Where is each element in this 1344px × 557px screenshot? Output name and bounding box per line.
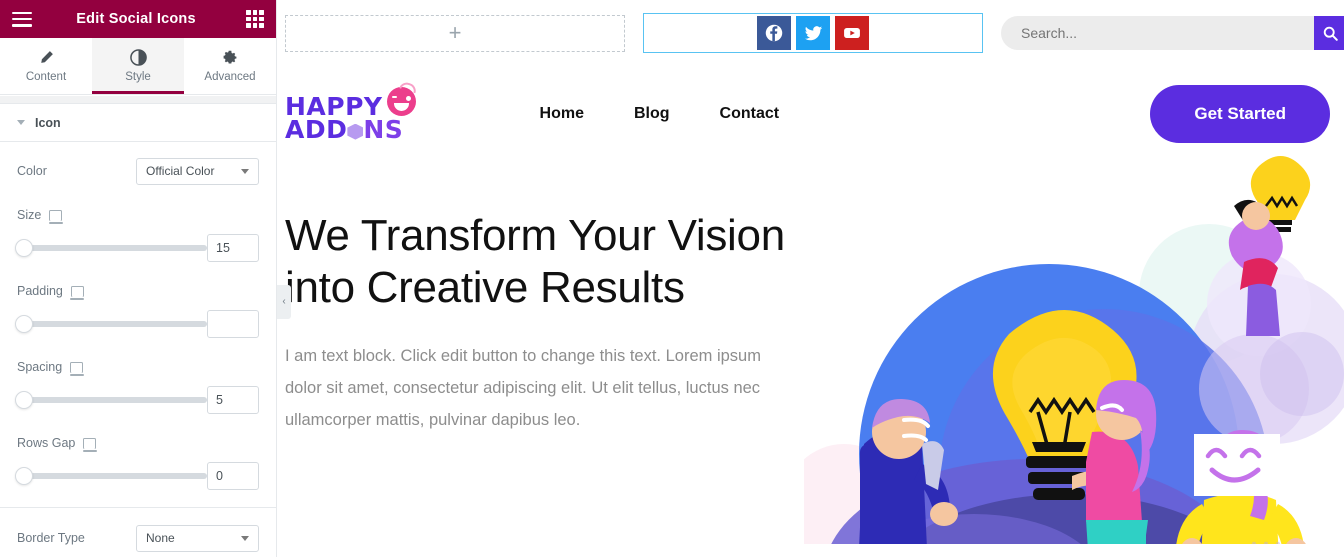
- control-spacing: 5: [15, 382, 259, 420]
- panel-header: Edit Social Icons: [0, 0, 276, 38]
- logo-text-ns: NS: [363, 114, 404, 144]
- section-header-icon[interactable]: Icon: [0, 104, 276, 142]
- spacing-label: Spacing: [17, 360, 84, 376]
- facebook-icon[interactable]: [757, 16, 791, 50]
- control-border-type: Border Type None: [17, 523, 259, 553]
- winking-face-icon: [386, 86, 416, 116]
- search-icon: [1323, 26, 1338, 41]
- control-padding: [15, 306, 259, 344]
- gear-icon: [222, 49, 238, 66]
- spacing-slider-handle[interactable]: [15, 391, 33, 409]
- tab-advanced[interactable]: Advanced: [184, 38, 276, 94]
- rows-gap-slider-handle[interactable]: [15, 467, 33, 485]
- border-type-select[interactable]: None: [136, 524, 259, 552]
- logo-row-2: ADD NS: [285, 114, 416, 144]
- size-slider[interactable]: [15, 239, 207, 257]
- site-logo[interactable]: HAPPY ADD NS: [285, 86, 420, 144]
- border-type-value: None: [146, 531, 175, 545]
- site-nav: Home Blog Contact: [540, 105, 780, 123]
- creative-team-lightbulb-illustration: [804, 144, 1344, 557]
- logo-row-1: HAPPY: [285, 86, 416, 119]
- section-divider: [0, 496, 276, 508]
- control-size: 15: [15, 230, 259, 268]
- border-type-label: Border Type: [17, 531, 85, 545]
- icon-controls: Color Official Color Size 15 Padding Spa…: [0, 156, 276, 496]
- desktop-icon[interactable]: [48, 209, 63, 224]
- spacing-input[interactable]: 5: [207, 386, 259, 414]
- search-input[interactable]: [1001, 16, 1314, 50]
- rows-gap-input[interactable]: 0: [207, 462, 259, 490]
- tab-style[interactable]: Style: [92, 38, 184, 94]
- search-button[interactable]: [1314, 16, 1344, 50]
- color-select-value: Official Color: [146, 164, 215, 178]
- desktop-icon[interactable]: [69, 361, 84, 376]
- control-size-label-row: Size: [17, 200, 259, 230]
- chevron-down-icon: [241, 535, 249, 541]
- border-controls: Border Type None Border Radius PX %: [0, 523, 276, 557]
- control-rows-gap: 0: [15, 458, 259, 496]
- search-bar: [1001, 16, 1344, 50]
- twitter-icon[interactable]: [796, 16, 830, 50]
- section-divider: [0, 96, 276, 104]
- panel-collapse-toggle[interactable]: ‹: [277, 285, 291, 319]
- contrast-icon: [129, 49, 147, 66]
- desktop-icon[interactable]: [70, 285, 85, 300]
- panel-title: Edit Social Icons: [76, 11, 196, 27]
- padding-label-text: Padding: [17, 284, 63, 298]
- hero-text: I am text block. Click edit button to ch…: [285, 346, 761, 430]
- control-spacing-label-row: Spacing: [17, 352, 259, 382]
- size-input[interactable]: 15: [207, 234, 259, 262]
- chevron-left-icon: ‹: [282, 296, 286, 307]
- elementor-editor: Edit Social Icons Content Style Advanced…: [0, 0, 1344, 557]
- add-section-placeholder[interactable]: +: [285, 14, 625, 52]
- size-label-text: Size: [17, 208, 42, 222]
- color-label: Color: [17, 164, 47, 178]
- color-select[interactable]: Official Color: [136, 157, 259, 185]
- spacing-label-text: Spacing: [17, 360, 63, 374]
- nav-item-contact[interactable]: Contact: [720, 105, 780, 123]
- spacing-slider[interactable]: [15, 391, 207, 409]
- nav-item-home[interactable]: Home: [540, 105, 584, 123]
- chevron-down-icon: [17, 120, 25, 125]
- pencil-icon: [39, 49, 54, 66]
- hexagon-o-icon: [347, 123, 364, 140]
- logo-text-add: ADD: [285, 114, 348, 144]
- hero-copy: We Transform Your Vision into Creative R…: [285, 162, 805, 436]
- tab-style-label: Style: [125, 71, 151, 83]
- desktop-icon[interactable]: [82, 437, 97, 452]
- youtube-icon[interactable]: [835, 16, 869, 50]
- size-label: Size: [17, 208, 63, 224]
- padding-slider[interactable]: [15, 315, 207, 333]
- rows-gap-label: Rows Gap: [17, 436, 97, 452]
- rows-gap-label-text: Rows Gap: [17, 436, 76, 450]
- rows-gap-slider[interactable]: [15, 467, 207, 485]
- panel-tabs: Content Style Advanced: [0, 38, 276, 95]
- editor-panel: Edit Social Icons Content Style Advanced…: [0, 0, 277, 557]
- hero-title: We Transform Your Vision into Creative R…: [285, 211, 785, 312]
- plus-icon: +: [448, 20, 462, 45]
- preview-canvas: + Search... HAPPY ADD NS Home Blog Conta…: [277, 0, 1344, 557]
- grid-icon[interactable]: [246, 10, 264, 28]
- control-color: Color Official Color: [17, 156, 259, 186]
- padding-input[interactable]: [207, 310, 259, 338]
- nav-item-blog[interactable]: Blog: [634, 105, 670, 123]
- hero-section: We Transform Your Vision into Creative R…: [277, 156, 1344, 544]
- control-padding-label-row: Padding: [17, 276, 259, 306]
- canvas-top-strip: +: [277, 0, 1344, 66]
- tab-content[interactable]: Content: [0, 38, 92, 94]
- chevron-down-icon: [241, 168, 249, 174]
- get-started-button[interactable]: Get Started: [1150, 85, 1330, 143]
- size-slider-handle[interactable]: [15, 239, 33, 257]
- tab-advanced-label: Advanced: [204, 71, 256, 83]
- social-icons-widget[interactable]: [643, 13, 983, 53]
- padding-label: Padding: [17, 284, 85, 300]
- tab-content-label: Content: [25, 71, 67, 83]
- section-title-icon: Icon: [35, 115, 61, 130]
- control-rows-gap-label-row: Rows Gap: [17, 428, 259, 458]
- padding-slider-handle[interactable]: [15, 315, 33, 333]
- panel-body: Icon Color Official Color Size 15 Paddin…: [0, 96, 276, 557]
